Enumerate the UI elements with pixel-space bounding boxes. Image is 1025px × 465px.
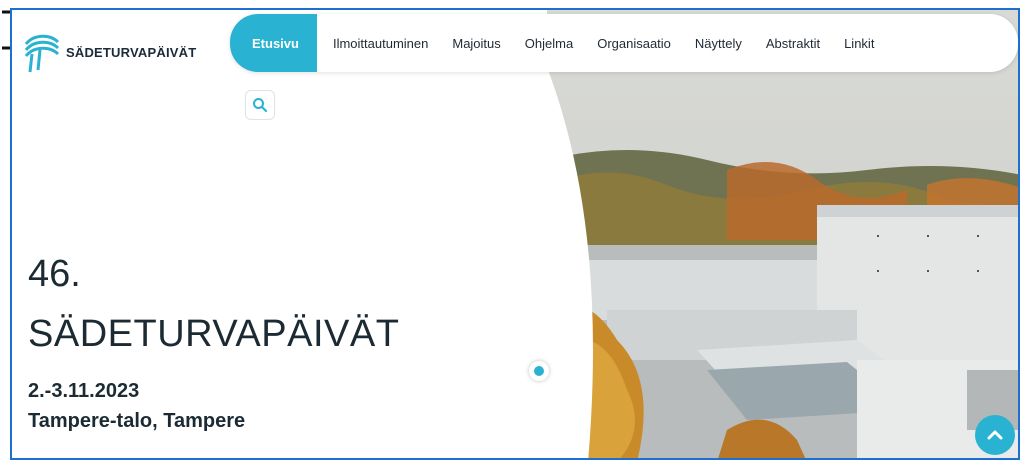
slider-dot-active	[534, 366, 544, 376]
hero-edition-number: 46.	[28, 253, 81, 295]
page-frame: SÄDETURVAPÄIVÄT Etusivu Ilmoittautuminen…	[10, 8, 1020, 460]
logo-emblem-icon	[24, 34, 60, 73]
nav-item-linkit[interactable]: Linkit	[832, 36, 886, 51]
nav-item-majoitus[interactable]: Majoitus	[440, 36, 512, 51]
hero-date: 2.-3.11.2023	[28, 380, 140, 402]
main-navigation: Etusivu Ilmoittautuminen Majoitus Ohjelm…	[230, 14, 1018, 72]
hero-image-tampere-talo	[547, 10, 1018, 458]
chevron-up-icon	[987, 430, 1003, 440]
slider-dot[interactable]	[529, 361, 549, 381]
search-button[interactable]	[245, 90, 275, 120]
hero-venue: Tampere-talo, Tampere	[28, 410, 246, 432]
nav-item-ilmoittautuminen[interactable]: Ilmoittautuminen	[321, 36, 440, 51]
nav-item-ohjelma[interactable]: Ohjelma	[513, 36, 585, 51]
nav-item-etusivu[interactable]: Etusivu	[230, 14, 317, 72]
logo-text: SÄDETURVAPÄIVÄT	[66, 44, 197, 60]
nav-item-organisaatio[interactable]: Organisaatio	[585, 36, 683, 51]
nav-item-nayttely[interactable]: Näyttely	[683, 36, 754, 51]
nav-item-abstraktit[interactable]: Abstraktit	[754, 36, 832, 51]
scroll-to-top-button[interactable]	[975, 415, 1015, 455]
site-logo[interactable]: SÄDETURVAPÄIVÄT	[22, 30, 196, 74]
search-icon	[253, 98, 268, 113]
hero-title: SÄDETURVAPÄIVÄT	[28, 313, 400, 355]
